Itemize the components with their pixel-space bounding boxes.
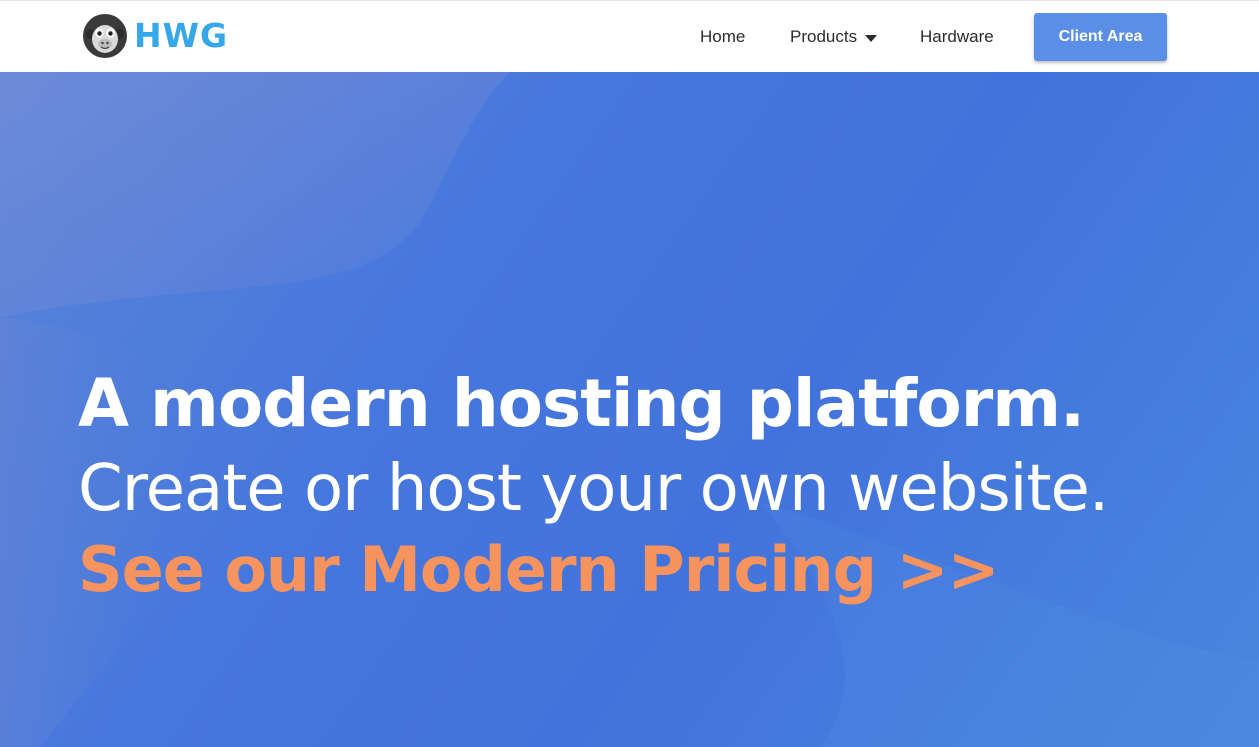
caret-down-icon [865,34,878,42]
gorilla-mascot-icon [83,14,127,58]
page: HWG Home Products Hardware Client Area A… [0,0,1259,747]
logo-link[interactable]: HWG [82,13,228,59]
client-area-button[interactable]: Client Area [1034,13,1167,61]
site-header: HWG Home Products Hardware Client Area [0,0,1259,72]
hero-text-block: A modern hosting platform. Create or hos… [78,360,1238,610]
hero-subheadline: Create or host your own website. [78,452,1109,526]
hero-headline: A modern hosting platform. [78,365,1085,442]
hero-section: A modern hosting platform. Create or hos… [0,72,1259,747]
nav-home[interactable]: Home [700,1,745,73]
logo-text: HWG [134,16,229,55]
nav-products-label: Products [790,27,858,46]
pricing-link[interactable]: See our Modern Pricing >> [78,530,1238,610]
nav-hardware[interactable]: Hardware [920,1,994,73]
nav-products[interactable]: Products [790,1,878,73]
